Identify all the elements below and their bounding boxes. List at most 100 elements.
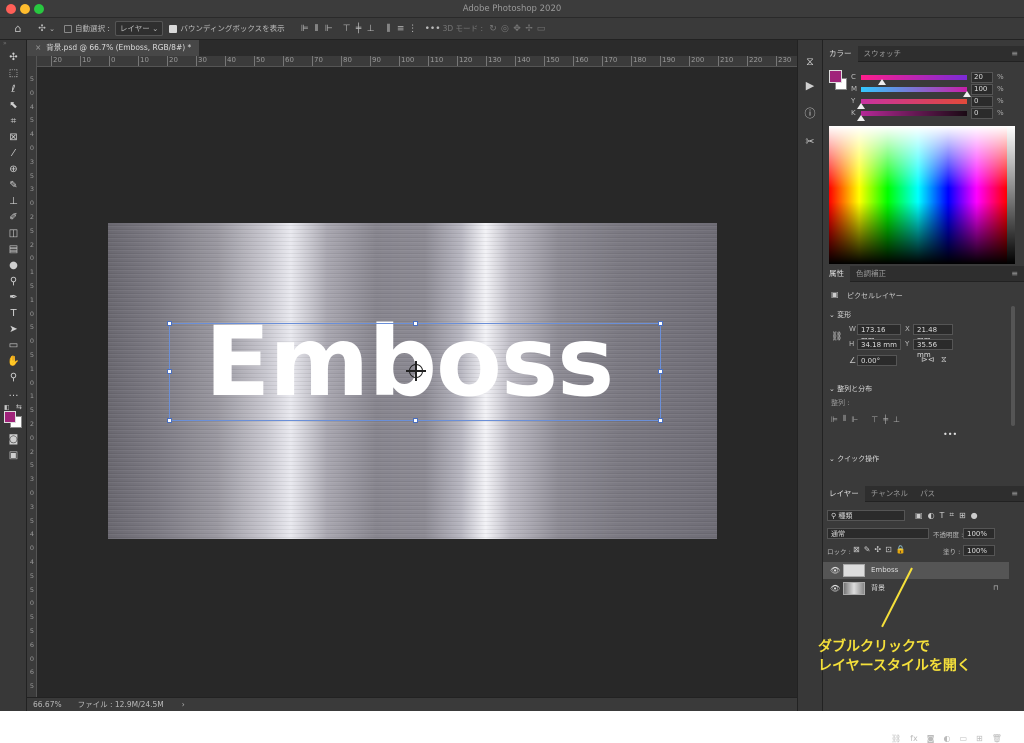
- align-vcenter-icon[interactable]: ╪: [883, 415, 888, 424]
- angle-field[interactable]: 0.00°: [857, 355, 897, 366]
- adjustment-layer-icon[interactable]: ◐: [943, 734, 950, 743]
- transform-handle[interactable]: [658, 369, 663, 374]
- more-align-icon[interactable]: •••: [943, 430, 957, 439]
- panel-menu-icon[interactable]: ≡: [1011, 49, 1018, 58]
- show-bbox-checkbox[interactable]: バウンディングボックスを表示: [169, 23, 285, 34]
- tab-properties[interactable]: 属性: [823, 265, 850, 282]
- add-mask-icon[interactable]: ◙: [927, 734, 935, 743]
- color-slider-y[interactable]: [861, 99, 967, 104]
- color-panel-foreground-swatch[interactable]: [829, 70, 842, 83]
- auto-select-checkbox[interactable]: 自動選択 :: [64, 23, 110, 34]
- distribute-spacing-icon[interactable]: ⋮: [407, 23, 419, 35]
- type-tool-icon[interactable]: T: [0, 306, 27, 322]
- layer-row-background[interactable]: 👁 背景 ⊓: [823, 580, 1009, 597]
- distribute-h-icon[interactable]: ⫼: [383, 23, 395, 35]
- link-dimensions-icon[interactable]: ⛓: [831, 332, 842, 342]
- transform-handle[interactable]: [413, 418, 418, 423]
- horizontal-ruler[interactable]: 20 10 0 10 20 30 40 50 60 70 80 90 100 110 120 130 140 15…: [37, 56, 797, 67]
- 3d-rotate-icon[interactable]: ↻: [487, 23, 499, 35]
- history-brush-tool-icon[interactable]: ✐: [0, 210, 27, 226]
- filter-smart-icon[interactable]: ⊞: [959, 511, 966, 520]
- properties-scrollbar[interactable]: [1011, 306, 1015, 426]
- flip-horizontal-icon[interactable]: ⊳⊲: [921, 355, 934, 364]
- more-tools-icon[interactable]: …: [0, 386, 27, 402]
- distribute-v-icon[interactable]: ≡: [395, 23, 407, 35]
- new-group-icon[interactable]: ▭: [959, 734, 967, 743]
- pen-tool-icon[interactable]: ✒: [0, 290, 27, 306]
- fx-icon[interactable]: fx: [910, 734, 918, 743]
- visibility-eye-icon[interactable]: 👁: [830, 562, 840, 579]
- default-colors-icon[interactable]: ◧: [4, 404, 10, 411]
- new-layer-icon[interactable]: ⊞: [976, 734, 983, 743]
- zoom-level[interactable]: 66.67%: [33, 698, 62, 711]
- actions-panel-icon[interactable]: ▶: [798, 74, 822, 98]
- slider-value-y[interactable]: 0: [971, 96, 993, 107]
- transform-handle[interactable]: [167, 321, 172, 326]
- rectangle-tool-icon[interactable]: ▭: [0, 338, 27, 354]
- blend-mode-dropdown[interactable]: 通常: [827, 528, 929, 539]
- hand-tool-icon[interactable]: ✋: [0, 354, 27, 370]
- slider-value-c[interactable]: 20: [971, 72, 993, 83]
- 3d-camera-icon[interactable]: ▭: [535, 23, 547, 35]
- slider-value-k[interactable]: 0: [971, 108, 993, 119]
- align-hcenter-icon[interactable]: ⫴: [311, 23, 323, 35]
- stamp-tool-icon[interactable]: ⊥: [0, 194, 27, 210]
- transform-section-header[interactable]: ⌄ 変形: [829, 310, 851, 320]
- status-chevron-icon[interactable]: ›: [182, 698, 185, 711]
- transform-handle[interactable]: [658, 418, 663, 423]
- tab-adjustments[interactable]: 色調補正: [850, 266, 892, 282]
- home-icon[interactable]: ⌂: [12, 22, 24, 35]
- link-layers-icon[interactable]: ⛓: [891, 734, 901, 743]
- align-right-icon[interactable]: ⊩: [851, 415, 858, 424]
- eraser-tool-icon[interactable]: ◫: [0, 226, 27, 242]
- vertical-ruler[interactable]: 5045403530252015105051015202530354045505…: [27, 56, 37, 697]
- document-tab[interactable]: × 背景.psd @ 66.7% (Emboss, RGB/8#) *: [27, 40, 200, 56]
- layer-filter-dropdown[interactable]: ⚲ 種類: [827, 510, 905, 521]
- tab-paths[interactable]: パス: [914, 486, 941, 502]
- panel-menu-icon[interactable]: ≡: [1011, 269, 1018, 278]
- tool-presets-icon[interactable]: ✂: [798, 130, 822, 154]
- align-left-icon[interactable]: ⊫: [831, 415, 838, 424]
- lock-all-icon[interactable]: 🔒: [896, 545, 906, 554]
- filter-pixel-icon[interactable]: ▣: [915, 511, 923, 520]
- more-options-icon[interactable]: •••: [425, 23, 441, 35]
- history-panel-icon[interactable]: ⧖: [798, 50, 822, 74]
- opacity-field[interactable]: 100%: [963, 528, 995, 539]
- 3d-roll-icon[interactable]: ◎: [499, 23, 511, 35]
- tab-color[interactable]: カラー: [823, 45, 858, 62]
- color-swatches[interactable]: ◧ ⇆: [0, 402, 26, 432]
- quick-mask-icon[interactable]: ◙: [0, 432, 27, 448]
- filter-toggle-icon[interactable]: ●: [971, 511, 978, 520]
- layer-name[interactable]: 背景: [871, 580, 885, 597]
- align-bottom-icon[interactable]: ⊥: [365, 23, 377, 35]
- lock-transparency-icon[interactable]: ⊠: [853, 545, 860, 554]
- foreground-color-swatch[interactable]: [4, 411, 16, 423]
- document-image[interactable]: Emboss: [108, 223, 717, 539]
- flip-vertical-icon[interactable]: ⧖: [941, 355, 947, 365]
- align-hcenter-icon[interactable]: ⫴: [843, 414, 846, 424]
- fill-field[interactable]: 100%: [963, 545, 995, 556]
- chevron-down-icon[interactable]: ⌄: [48, 23, 56, 35]
- align-left-icon[interactable]: ⊫: [299, 23, 311, 35]
- slider-thumb[interactable]: [878, 79, 887, 85]
- slider-thumb[interactable]: [857, 103, 865, 109]
- collapse-chevron-icon[interactable]: »: [0, 40, 26, 50]
- filter-type-icon[interactable]: T: [940, 511, 945, 520]
- grayscale-ramp[interactable]: [1007, 126, 1015, 264]
- transform-handle[interactable]: [167, 369, 172, 374]
- transform-handle[interactable]: [167, 418, 172, 423]
- close-window-button[interactable]: [6, 4, 16, 14]
- gradient-tool-icon[interactable]: ▤: [0, 242, 27, 258]
- 3d-slide-icon[interactable]: ✢: [523, 23, 535, 35]
- healing-brush-tool-icon[interactable]: ⊕: [0, 162, 27, 178]
- 3d-pan-icon[interactable]: ✥: [511, 23, 523, 35]
- visibility-eye-icon[interactable]: 👁: [830, 580, 840, 597]
- width-field[interactable]: 173.16 mm: [857, 324, 901, 344]
- filter-adjustment-icon[interactable]: ◐: [928, 511, 935, 520]
- marquee-tool-icon[interactable]: ⬚: [0, 66, 27, 82]
- align-bottom-icon[interactable]: ⊥: [893, 415, 900, 424]
- color-spectrum-picker[interactable]: [829, 126, 1007, 264]
- height-field[interactable]: 34.18 mm: [857, 339, 901, 350]
- quick-actions-header[interactable]: ⌄ クイック操作: [829, 454, 879, 464]
- panel-menu-icon[interactable]: ≡: [1011, 489, 1018, 498]
